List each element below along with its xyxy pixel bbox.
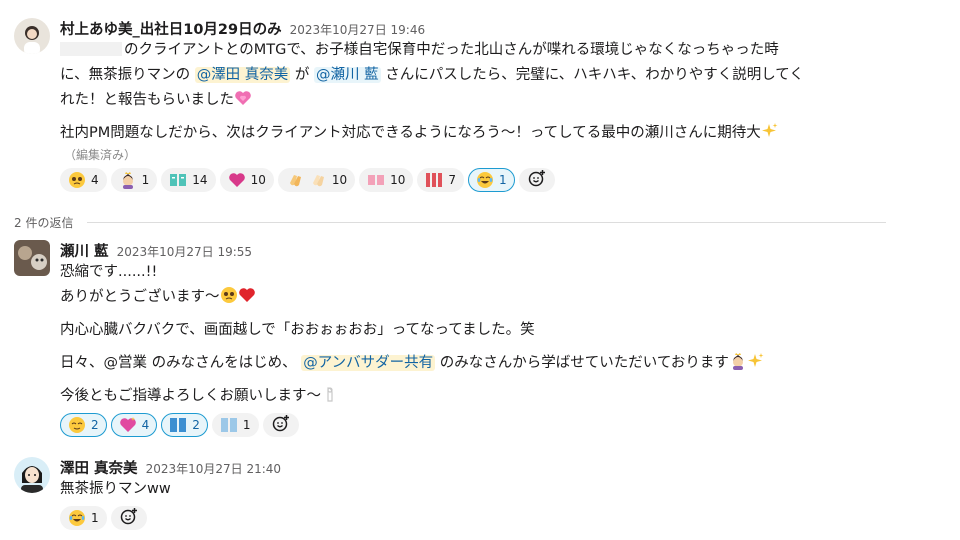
- message-3: 澤田 真奈美 2023年10月27日 21:40 無茶振りマンww 1: [14, 457, 904, 532]
- message-2: 瀬川 藍 2023年10月27日 19:55 恐縮です......!! ありがと…: [14, 240, 904, 439]
- growing-heart-icon: [234, 89, 252, 107]
- reaction-pill[interactable]: 10: [359, 168, 414, 192]
- person-crown-icon: [729, 352, 747, 370]
- custom-lightblue-text-icon: [220, 416, 238, 434]
- message-text-line: 無茶振りマンww: [60, 481, 171, 497]
- reaction-pill[interactable]: 4: [60, 168, 107, 192]
- reaction-pill[interactable]: 1: [110, 168, 158, 192]
- reaction-count: 14: [192, 173, 208, 187]
- reaction-pill-selected[interactable]: 2: [161, 413, 208, 437]
- reaction-bar: 1: [60, 506, 904, 532]
- add-reaction-button[interactable]: [518, 168, 555, 192]
- pleading-face-icon: [220, 286, 238, 304]
- avatar[interactable]: [14, 18, 50, 54]
- reaction-pill[interactable]: 10: [277, 168, 356, 192]
- reaction-pill[interactable]: 14: [161, 168, 216, 192]
- sparkling-heart-icon: [119, 416, 137, 434]
- add-emoji-icon: [120, 507, 138, 529]
- reaction-count: 10: [390, 173, 406, 187]
- reaction-bar: 4 1 14 10 10 10 7 1: [60, 168, 904, 194]
- clap-icon: [286, 171, 304, 189]
- group-mention[interactable]: @アンバサダー共有: [301, 355, 436, 371]
- person-crown-icon: [119, 171, 137, 189]
- reaction-count: 1: [141, 173, 150, 187]
- add-emoji-icon: [528, 169, 546, 191]
- message-text-line: 日々、@営業 のみなさんをはじめ、 @アンバサダー共有 のみなさんから学ばせてい…: [60, 351, 904, 376]
- reaction-pill-selected[interactable]: 1: [468, 168, 515, 192]
- author-name[interactable]: 澤田 真奈美: [60, 457, 138, 478]
- add-emoji-icon: [272, 414, 290, 436]
- reaction-count: 4: [141, 418, 150, 432]
- sparkles-icon: [747, 352, 765, 370]
- reaction-count: 10: [250, 173, 266, 187]
- reaction-count: 2: [192, 418, 200, 432]
- avatar[interactable]: [14, 457, 50, 493]
- add-reaction-button[interactable]: [110, 506, 147, 530]
- reaction-bar: 2 4 2 1: [60, 413, 904, 439]
- redacted-text: [60, 42, 122, 56]
- reaction-pill[interactable]: 10: [219, 168, 274, 192]
- user-mention[interactable]: @澤田 真奈美: [194, 67, 291, 83]
- message-text-line: 内心心臓バクバクで、画面越しで「おおぉぉおお」ってなってました。笑: [60, 322, 535, 338]
- author-name[interactable]: 瀬川 藍: [60, 240, 109, 261]
- reaction-count: 4: [91, 173, 99, 187]
- reaction-count: 7: [448, 173, 457, 187]
- message-1: 村上あゆ美_出社日10月29日のみ 2023年10月27日 19:46 のクライ…: [14, 18, 904, 194]
- custom-blue-text-icon: [169, 416, 187, 434]
- reply-count-label: 2 件の返信: [14, 215, 74, 230]
- user-mention[interactable]: @瀬川 藍: [314, 67, 381, 83]
- author-name[interactable]: 村上あゆ美_出社日10月29日のみ: [60, 18, 282, 39]
- reaction-count: 1: [91, 511, 99, 525]
- reaction-count: 1: [242, 418, 251, 432]
- custom-red-text-icon: [425, 171, 443, 189]
- custom-text-emoji-icon: [169, 171, 187, 189]
- message-text-line: 恐縮です......!!: [60, 264, 158, 280]
- clap-icon: [309, 171, 327, 189]
- reaction-pill[interactable]: 1: [60, 506, 107, 530]
- replies-divider: 2 件の返信: [14, 212, 886, 232]
- avatar[interactable]: [14, 240, 50, 276]
- heart-exclaim-icon: [228, 171, 246, 189]
- message-text-line: 社内PM問題なしだから、次はクライアント対応できるようになろう〜！ってしてる最中…: [60, 121, 904, 146]
- timestamp[interactable]: 2023年10月27日 19:55: [117, 243, 252, 260]
- message-text-line: のクライアントとのMTGで、お子様自宅保育中だった北山さんが喋れる環境じゃなくな…: [60, 38, 904, 63]
- joy-face-icon: [68, 509, 86, 527]
- reaction-count: 10: [331, 173, 348, 187]
- reaction-pill[interactable]: 1: [211, 413, 259, 437]
- timestamp[interactable]: 2023年10月27日 19:46: [290, 21, 425, 38]
- red-heart-icon: [238, 286, 256, 304]
- reaction-pill-selected[interactable]: 2: [60, 413, 107, 437]
- reaction-count: 2: [91, 418, 99, 432]
- message-text-line: れた！と報告もらいました: [60, 88, 904, 113]
- joy-face-icon: [476, 171, 494, 189]
- add-reaction-button[interactable]: [262, 413, 299, 437]
- relieved-face-icon: [68, 416, 86, 434]
- pleading-face-icon: [68, 171, 86, 189]
- reaction-pill-selected[interactable]: 4: [110, 413, 158, 437]
- custom-pink-text-icon: [367, 171, 385, 189]
- timestamp[interactable]: 2023年10月27日 21:40: [146, 460, 281, 477]
- reaction-pill[interactable]: 7: [417, 168, 465, 192]
- sparkles-icon: [761, 122, 779, 140]
- reaction-count: 1: [499, 173, 507, 187]
- divider-line: [87, 221, 886, 223]
- bow-icon: [321, 385, 339, 403]
- edited-label: （編集済み）: [64, 148, 137, 162]
- message-text-line: ありがとうございます〜: [60, 285, 904, 310]
- thread-view: 村上あゆ美_出社日10月29日のみ 2023年10月27日 19:46 のクライ…: [0, 0, 960, 540]
- message-text-line: 今後ともご指導よろしくお願いします〜: [60, 384, 904, 409]
- message-text-line: に、無茶振りマンの @澤田 真奈美 が @瀬川 藍 さんにパスしたら、完璧に、ハ…: [60, 67, 804, 83]
